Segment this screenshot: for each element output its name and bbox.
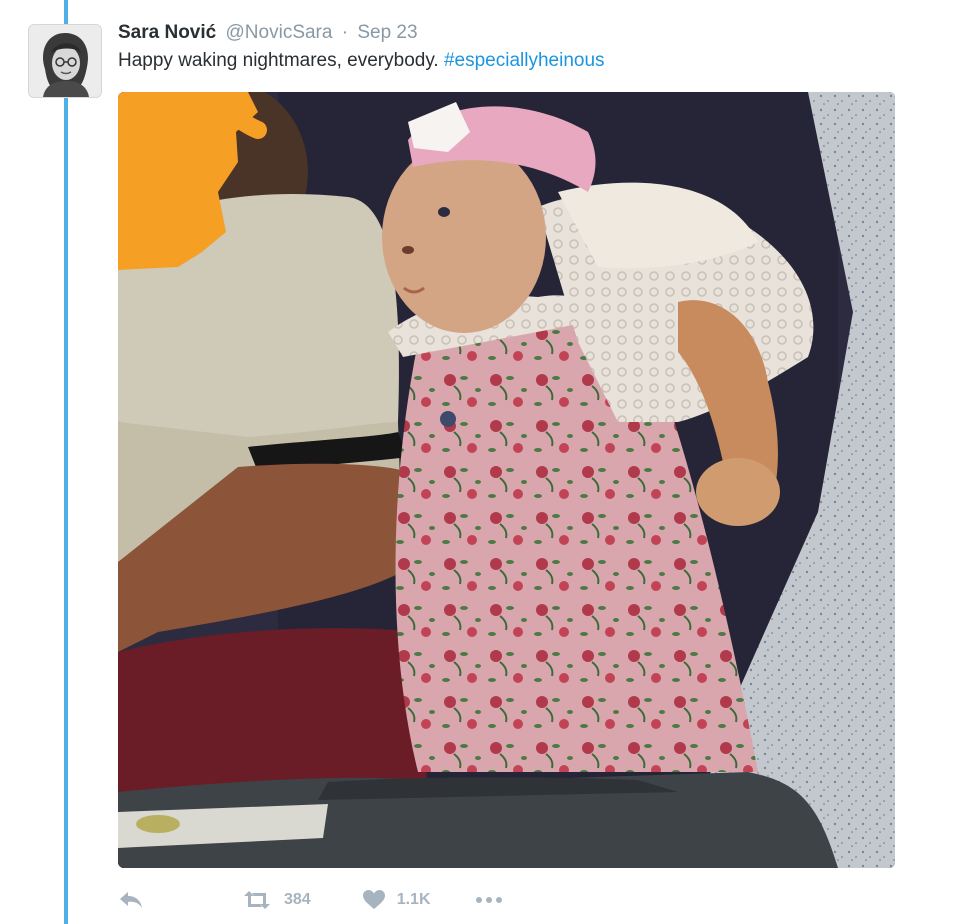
heart-icon <box>362 890 385 909</box>
more-button[interactable] <box>475 895 503 905</box>
like-count: 1.1K <box>396 891 431 908</box>
tweet-photo[interactable] <box>118 92 895 868</box>
tweet-body-text: Happy waking nightmares, everybody. <box>118 50 439 71</box>
avatar-sketch <box>29 25 101 97</box>
tweet-timestamp[interactable]: Sep 23 <box>357 22 417 43</box>
retweet-count: 384 <box>284 891 311 908</box>
tweet-actions: 384 1.1K <box>118 884 503 916</box>
photo-doll-on-plane-seat <box>118 92 895 868</box>
hashtag-link[interactable]: #especiallyheinous <box>444 50 605 71</box>
reply-icon <box>120 892 142 908</box>
reply-button[interactable] <box>118 890 144 910</box>
more-dots-icon <box>475 897 502 903</box>
author-fullname[interactable]: Sara Nović <box>118 22 216 43</box>
tweet-text: Happy waking nightmares, everybody. #esp… <box>118 48 605 74</box>
header-separator: · <box>341 22 349 43</box>
retweet-icon <box>244 891 270 909</box>
conversation-thread-line <box>64 0 68 924</box>
like-button[interactable]: 1.1K <box>362 890 431 910</box>
avatar[interactable] <box>28 24 102 98</box>
tweet-header: Sara Nović @NovicSara · Sep 23 <box>118 20 418 46</box>
author-screen-name[interactable]: @NovicSara <box>226 22 333 43</box>
retweet-button[interactable]: 384 <box>242 890 311 910</box>
